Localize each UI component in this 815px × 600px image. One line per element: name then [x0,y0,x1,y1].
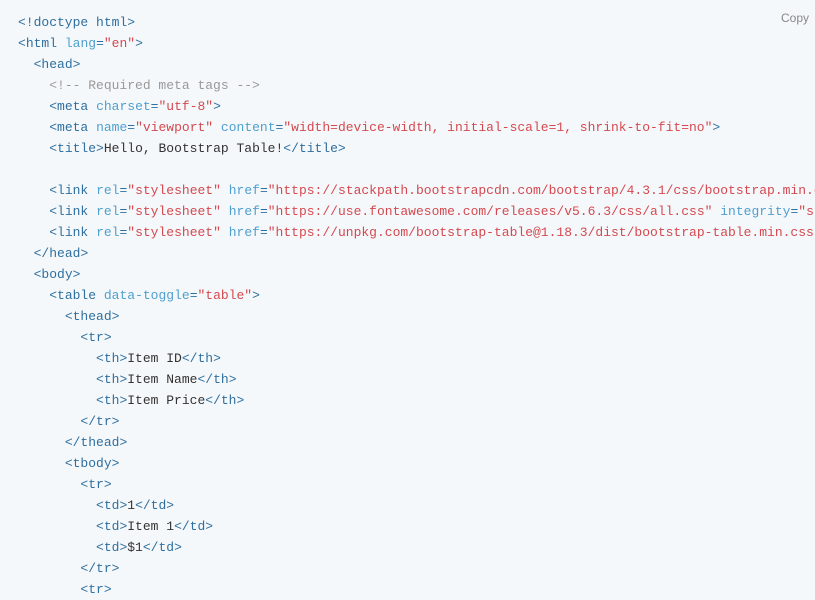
link-tag: link [57,183,88,198]
head-tag: head [41,57,72,72]
title-tag: title [57,141,96,156]
meta-tag: meta [57,99,88,114]
doctype: <!doctype html> [18,15,135,30]
html-tag: html [26,36,57,51]
comment: <!-- Required meta tags --> [49,78,260,93]
code-block: <!doctype html> <html lang="en"> <head> … [18,12,815,600]
copy-button[interactable]: Copy [775,6,815,31]
body-tag: body [41,267,72,282]
table-tag: table [57,288,96,303]
